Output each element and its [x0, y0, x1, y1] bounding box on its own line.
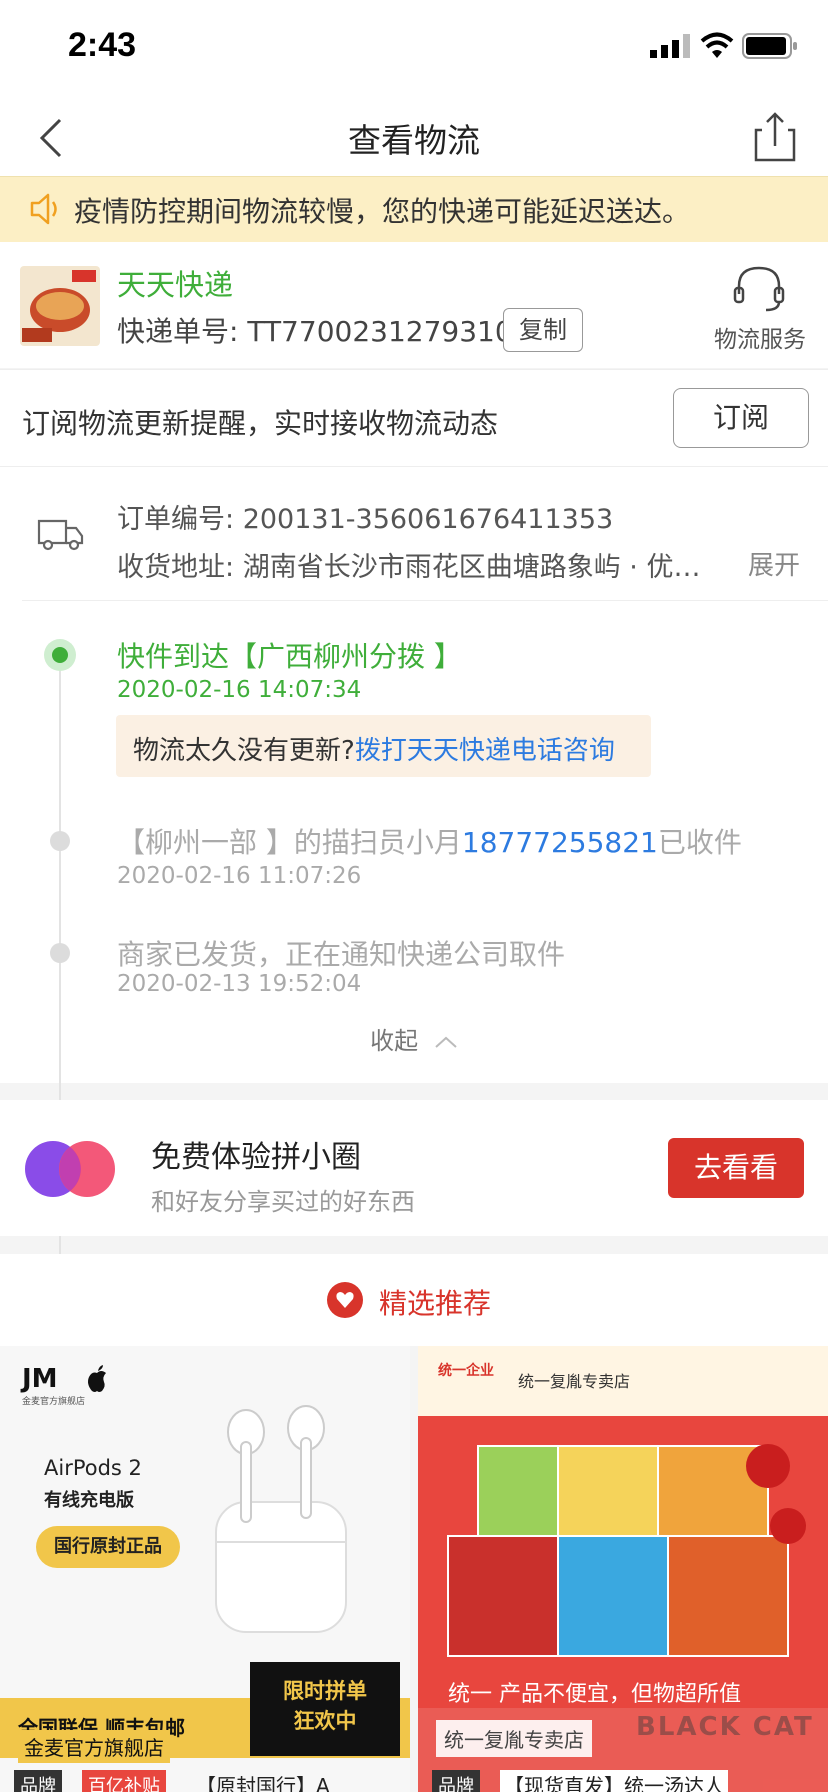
flash-sale-badge: 限时拼单 狂欢中 [250, 1662, 400, 1756]
timeline-event-title: 快件到达【广西柳州分拨 】 [117, 640, 462, 673]
watermark-logo: BLACK CAT [636, 1712, 814, 1742]
store-name: 金麦官方旗舰店 [18, 1730, 170, 1763]
courier-name: 天天快递 [117, 268, 234, 302]
timeline-event-time: 2020-02-16 14:07:34 [117, 677, 362, 703]
hint-text: 物流太久没有更新? [133, 736, 355, 766]
expand-address-button[interactable]: 展开 [748, 545, 800, 582]
timeline-event-title: 【柳州一部 】的描扫员小月18777255821已收件 [117, 821, 742, 861]
headset-icon[interactable] [730, 264, 788, 314]
status-bar: 2:43 [0, 0, 828, 96]
epidemic-notice-banner: 疫情防控期间物流较慢，您的快递可能延迟送达。 [0, 176, 828, 243]
flash-sale-line2: 狂欢中 [293, 1709, 357, 1733]
brand-logo-subtitle: 金麦官方旗舰店 [22, 1397, 86, 1407]
recommend-title: 精选推荐 [379, 1287, 492, 1320]
nav-bar: 查看物流 [0, 96, 828, 176]
share-icon[interactable] [750, 106, 800, 166]
brand-logo: JM [22, 1364, 58, 1394]
promo-title: 免费体验拼小圈 [151, 1140, 361, 1175]
product-slogan: 统一 产品不便宜，但物超所值 [448, 1682, 741, 1707]
event-text: 【柳州一部 】的描扫员小月 [117, 826, 462, 859]
flash-sale-line1: 限时拼单 [283, 1679, 367, 1703]
product-name: AirPods 2 [44, 1456, 142, 1480]
airpods-image [215, 1405, 347, 1633]
collapse-button[interactable]: 收起 [0, 1021, 828, 1056]
timeline-event-time: 2020-02-13 19:52:04 [117, 971, 362, 997]
brand-tag: 品牌 [432, 1770, 480, 1792]
genuine-badge: 国行原封正品 [36, 1526, 180, 1568]
store-header-name: 统一复胤专卖店 [518, 1372, 631, 1391]
shipping-address: 收货地址: 湖南省长沙市雨花区曲塘路象屿 · 优… [117, 545, 700, 584]
stale-update-hint: 物流太久没有更新?拨打天天快递电话咨询 [116, 715, 651, 777]
notice-text: 疫情防控期间物流较慢，您的快递可能延迟送达。 [74, 195, 691, 228]
battery-icon [742, 33, 797, 59]
tracking-number: 快递单号: TT7700231279310 [117, 310, 513, 350]
divider [22, 600, 828, 601]
order-tracking-card: 订单编号: 200131-356061676411353 收货地址: 湖南省长沙… [0, 466, 828, 1422]
event-text-suffix: 已收件 [657, 826, 742, 859]
page-title: 查看物流 [348, 121, 480, 160]
store-header: 统一企业 统一复胤专卖店 [418, 1346, 828, 1416]
chevron-up-icon [435, 1036, 457, 1048]
address-label: 收货地址: [117, 552, 235, 583]
address-value: 湖南省长沙市雨花区曲塘路象屿 · 优… [242, 552, 701, 583]
call-courier-link[interactable]: 拨打天天快递电话咨询 [355, 736, 615, 766]
logistics-service-label[interactable]: 物流服务 [700, 320, 820, 354]
product-title: 【现货直发】统一汤达人 [500, 1770, 728, 1792]
subscribe-text: 订阅物流更新提醒，实时接收物流动态 [22, 407, 499, 440]
order-number-value: 200131-356061676411353 [242, 504, 614, 535]
noodle-packs-image [447, 1444, 806, 1657]
timeline-dot [50, 943, 70, 963]
apple-icon [88, 1365, 106, 1392]
product-thumbnail [20, 266, 100, 346]
courier-phone-link[interactable]: 18777255821 [462, 826, 658, 859]
timeline-dot [50, 831, 70, 851]
product-variant: 有线充电版 [44, 1490, 134, 1511]
heart-icon [327, 1282, 363, 1318]
wifi-icon [700, 32, 734, 58]
subscribe-row: 订阅物流更新提醒，实时接收物流动态 订阅 [0, 369, 828, 466]
product-card-airpods[interactable]: JM 金麦官方旗舰店 AirPods 2 有线充电版 国行原封正品 全国联保 顺… [0, 1346, 410, 1792]
order-number-label: 订单编号: [117, 504, 235, 535]
tracking-value: TT7700231279310 [247, 315, 513, 348]
timeline-event-time: 2020-02-16 11:07:26 [117, 863, 362, 889]
speaker-icon [30, 193, 57, 225]
courier-info: 天天快递 快递单号: TT7700231279310 复制 物流服务 [0, 242, 828, 368]
subsidy-tag: 百亿补贴 [82, 1770, 166, 1792]
truck-icon [37, 519, 84, 551]
product-title: 【原封国行】A [196, 1774, 330, 1792]
store-name: 统一复胤专卖店 [436, 1720, 592, 1757]
timeline-event-title: 商家已发货，正在通知快递公司取件 [117, 938, 566, 971]
recommend-header: 精选推荐 [0, 1254, 828, 1346]
timeline-dot-active [44, 639, 76, 671]
copy-button[interactable]: 复制 [503, 308, 583, 352]
go-see-button[interactable]: 去看看 [668, 1138, 804, 1198]
promo-subtitle: 和好友分享买过的好东西 [151, 1188, 415, 1216]
brand-tag: 品牌 [14, 1770, 62, 1792]
pinxiaoquan-promo: 免费体验拼小圈 和好友分享买过的好东西 去看看 [0, 1100, 828, 1236]
status-time: 2:43 [68, 26, 137, 64]
order-number: 订单编号: 200131-356061676411353 [117, 497, 613, 536]
pinxiaoquan-logo [25, 1141, 115, 1197]
collapse-label: 收起 [370, 1027, 419, 1055]
signal-icon [650, 34, 690, 58]
subscribe-button[interactable]: 订阅 [673, 388, 809, 448]
tracking-label: 快递单号: [117, 315, 239, 348]
tongyi-logo: 统一企业 [438, 1363, 494, 1379]
